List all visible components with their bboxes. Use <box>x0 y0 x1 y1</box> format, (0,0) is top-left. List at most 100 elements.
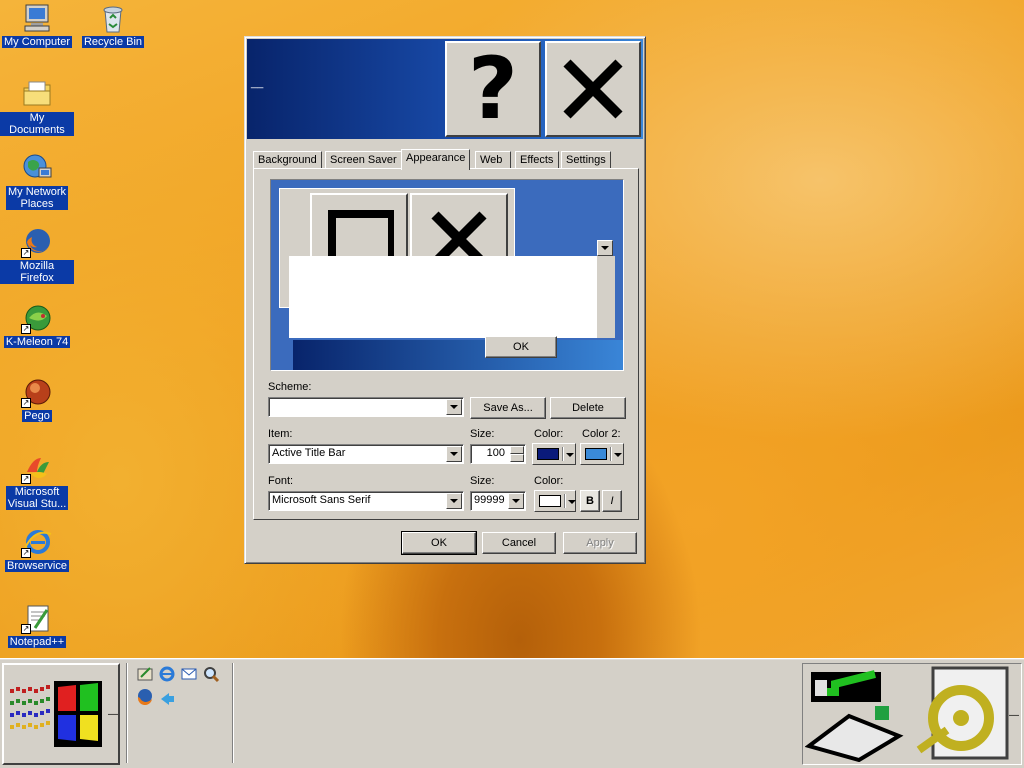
desktop-icon-notepad-plus-plus[interactable]: ↗ Notepad++ <box>0 602 74 648</box>
desktop-icon-label: Notepad++ <box>7 636 67 648</box>
item-color-swatch <box>537 448 559 460</box>
network-globe-icon <box>21 152 53 184</box>
system-tray: — <box>802 663 1022 765</box>
tab-appearance[interactable]: Appearance <box>401 149 471 170</box>
preview-window-text-area <box>289 256 599 338</box>
item-color2-swatch <box>585 448 607 460</box>
close-button[interactable] <box>545 41 641 137</box>
k-meleon-icon: ↗ <box>21 302 53 334</box>
italic-toggle[interactable]: I <box>602 490 622 512</box>
desktop-icon-firefox[interactable]: ↗ Mozilla Firefox <box>0 226 74 284</box>
tab-label: Settings <box>566 154 606 166</box>
item-value: Active Title Bar <box>272 447 346 459</box>
shortcut-arrow-icon: ↗ <box>21 398 31 408</box>
display-properties-dialog: __ ? Background Screen Saver Appearance … <box>244 36 646 564</box>
chevron-down-icon <box>614 453 622 457</box>
tab-background[interactable]: Background <box>253 151 322 169</box>
tab-label: Web <box>480 154 503 166</box>
tab-settings[interactable]: Settings <box>561 151 611 169</box>
quick-launch-search-icon[interactable] <box>202 665 220 683</box>
font-size-dropdown[interactable]: 99999 <box>470 491 526 511</box>
item-color-label: Color: <box>534 428 564 440</box>
dialog-title: __ <box>251 77 264 89</box>
button-label: I <box>610 495 614 507</box>
tab-screen-saver[interactable]: Screen Saver <box>325 151 402 169</box>
shortcut-arrow-icon: ↗ <box>21 624 31 634</box>
desktop-icon-visual-studio[interactable]: ↗ Microsoft Visual Stu... <box>0 452 74 510</box>
appearance-tab-panel: OK Scheme: Save As... Delete Item: Size:… <box>253 168 639 520</box>
desktop-icon-label: K-Meleon 74 <box>3 336 71 348</box>
item-dropdown[interactable]: Active Title Bar <box>268 444 464 464</box>
desktop-icon-browservice[interactable]: ↗ Browservice <box>0 526 74 572</box>
desktop-icon-k-meleon[interactable]: ↗ K-Meleon 74 <box>0 302 74 348</box>
taskbar: — — <box>0 658 1024 768</box>
cancel-button[interactable]: Cancel <box>482 532 556 554</box>
internet-explorer-icon: ↗ <box>21 526 53 558</box>
item-color2-label: Color 2: <box>582 428 621 440</box>
shortcut-arrow-icon: ↗ <box>21 324 31 334</box>
button-label: Cancel <box>501 537 537 549</box>
help-button[interactable]: ? <box>445 41 541 137</box>
chevron-down-icon[interactable] <box>446 399 462 415</box>
recycle-bin-icon <box>97 2 129 34</box>
desktop-icon-recycle-bin[interactable]: Recycle Bin <box>76 2 150 48</box>
tab-web[interactable]: Web <box>475 151 511 169</box>
quick-launch-outlook-icon[interactable] <box>180 665 198 683</box>
font-size-label: Size: <box>470 475 495 487</box>
desktop-icon-label: My Computer <box>1 36 73 48</box>
desktop-icon-label: Browservice <box>5 560 69 572</box>
button-label: Delete <box>572 402 604 414</box>
visual-studio-icon: ↗ <box>21 452 53 484</box>
apply-button[interactable]: Apply <box>563 532 637 554</box>
chevron-down-icon[interactable] <box>446 493 462 509</box>
chevron-down-icon <box>568 500 576 504</box>
tray-suffix: — <box>1009 710 1019 721</box>
font-size-value: 99999 <box>474 494 505 506</box>
spin-down-icon[interactable] <box>510 454 524 462</box>
desktop-icon-pego[interactable]: ↗ Pego <box>0 376 74 422</box>
scheme-dropdown[interactable] <box>268 397 464 417</box>
appearance-preview[interactable]: OK <box>270 179 624 371</box>
delete-button[interactable]: Delete <box>550 397 626 419</box>
spin-buttons[interactable] <box>510 446 524 462</box>
desktop-icon-label: Mozilla Firefox <box>0 260 74 284</box>
item-size-label: Size: <box>470 428 495 440</box>
start-suffix: — <box>108 709 118 720</box>
preview-scrollbar <box>597 256 615 338</box>
desktop-icon-label: Microsoft Visual Stu... <box>5 486 69 510</box>
chevron-down-icon[interactable] <box>446 446 462 462</box>
button-label: Save As... <box>483 402 533 414</box>
desktop-icon-label: My Documents <box>0 112 74 136</box>
preview-ok-button: OK <box>485 336 557 358</box>
item-label: Item: <box>268 428 293 440</box>
font-color-picker[interactable] <box>534 490 576 512</box>
close-icon <box>563 59 623 119</box>
quick-launch-show-desktop-icon[interactable] <box>136 665 154 683</box>
dialog-title-bar[interactable]: __ ? <box>247 39 643 139</box>
desktop-icon-label: Pego <box>22 410 52 422</box>
hard-drive-icon[interactable] <box>915 666 1011 762</box>
chevron-down-icon <box>566 453 574 457</box>
desktop-icon-network-places[interactable]: My Network Places <box>0 152 74 210</box>
item-size-stepper[interactable]: 100 <box>470 444 526 464</box>
item-color-picker[interactable] <box>532 443 576 465</box>
quick-launch-ie-icon[interactable] <box>158 665 176 683</box>
taskbar-separator <box>126 663 128 763</box>
start-button[interactable]: — <box>2 663 120 765</box>
desktop-icon-my-computer[interactable]: My Computer <box>0 2 74 48</box>
button-label: OK <box>431 537 447 549</box>
bold-toggle[interactable]: B <box>580 490 600 512</box>
ok-button[interactable]: OK <box>401 531 477 555</box>
chevron-down-icon[interactable] <box>508 493 524 509</box>
quick-launch-arrow-icon[interactable] <box>158 687 176 705</box>
font-dropdown[interactable]: Microsoft Sans Serif <box>268 491 464 511</box>
desktop-icon-my-documents[interactable]: My Documents <box>0 78 74 136</box>
firefox-icon: ↗ <box>21 226 53 258</box>
save-as-button[interactable]: Save As... <box>470 397 546 419</box>
button-label: Apply <box>586 537 614 549</box>
quick-launch-firefox-icon[interactable] <box>136 687 154 706</box>
tab-effects[interactable]: Effects <box>515 151 559 169</box>
spin-up-icon[interactable] <box>510 446 524 454</box>
network-connection-icon[interactable] <box>805 666 905 762</box>
item-color2-picker[interactable] <box>580 443 624 465</box>
